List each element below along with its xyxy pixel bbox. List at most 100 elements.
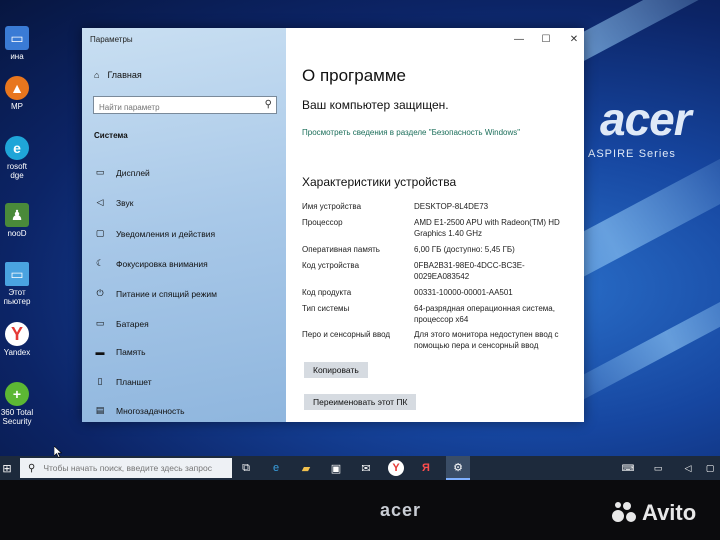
desktop-icon-edge[interactable]: e rosoft dge (0, 136, 34, 180)
task-view-icon[interactable]: ⧉ (238, 460, 254, 476)
sidebar-home-label: Главная (107, 70, 142, 80)
network-icon[interactable]: ▭ (650, 460, 666, 476)
sound-icon: ◁ (96, 197, 104, 207)
battery-icon: ▭ (95, 318, 105, 328)
sidebar-item-storage[interactable]: ▬ Память (94, 347, 146, 357)
taskbar-search[interactable]: ⚲ (20, 458, 232, 478)
sidebar-section-title: Система (94, 131, 128, 140)
spec-value: Для этого монитора недоступен ввод с пом… (414, 330, 559, 350)
power-icon: ⏻ (96, 288, 104, 298)
desktop-icon-label: 360 Total Security (0, 408, 34, 426)
search-icon: ⚲ (28, 462, 36, 474)
sidebar-item-display[interactable]: ▭ Дисплей (94, 167, 150, 178)
spec-key: Код продукта (302, 288, 352, 297)
notifications-icon: ▢ (95, 228, 105, 238)
sidebar-item-label: Уведомления и действия (116, 228, 216, 239)
rename-pc-button[interactable]: Переименовать этот ПК (304, 394, 417, 410)
sidebar-item-label: Планшет (116, 376, 152, 387)
page-title: О программе (302, 66, 407, 85)
focus-icon: ☾ (95, 258, 105, 268)
app-icon: ♟ (5, 203, 29, 227)
sidebar-item-label: Звук (116, 197, 134, 208)
wallpaper-brand: acer (600, 93, 692, 145)
yandex-icon: Y (5, 322, 29, 346)
desktop-icon-computer[interactable]: ▭ Этот пьютер (0, 262, 34, 306)
desktop-icon-label: Этот пьютер (3, 288, 31, 306)
sidebar-item-battery[interactable]: ▭ Батарея (94, 318, 149, 329)
sidebar-item-label: Фокусировка внимания (116, 258, 208, 269)
window-title: Параметры (90, 35, 133, 44)
spec-key: Оперативная память (302, 245, 380, 254)
window-icon: ▭ (5, 26, 29, 50)
device-specs-title: Характеристики устройства (302, 175, 457, 189)
settings-search-input[interactable] (94, 100, 254, 115)
sidebar-item-label: Питание и спящий режим (116, 288, 217, 299)
spec-value: 6,00 ГБ (доступно: 5,45 ГБ) (414, 245, 515, 254)
settings-window: ⌂ Главная ⚲ Система ▭ Дисплей ◁ Звук ▢ Увед… (82, 28, 584, 422)
settings-main-pane: О программе Ваш компьютер защищен. Просм… (286, 28, 584, 422)
spec-value: 64-разрядная операционная система, проце… (414, 304, 555, 324)
notifications-icon[interactable]: ▢ (702, 460, 718, 476)
sidebar-item-tablet[interactable]: ▯ Планшет (94, 376, 152, 387)
settings-search-box[interactable]: ⚲ (93, 96, 277, 115)
sidebar-item-label: Дисплей (116, 167, 150, 178)
spec-value: 00331-10000-00001-AA501 (414, 288, 513, 297)
file-explorer-icon[interactable]: ▰ (298, 460, 314, 476)
sidebar-item-label: Батарея (116, 318, 149, 329)
protection-status: Ваш компьютер защищен. (302, 98, 449, 112)
home-icon: ⌂ (94, 70, 100, 80)
volume-icon[interactable]: ◁ (680, 460, 696, 476)
sidebar-item-focus[interactable]: ☾ Фокусировка внимания (94, 258, 208, 269)
taskbar: ⊞ ⚲ ⧉ e ▰ ▣ ✉ Y Я ⚙ ⌨ ▭ ◁ ▢ (0, 456, 720, 480)
shield-icon: + (5, 382, 29, 406)
search-icon: ⚲ (264, 99, 272, 110)
settings-icon[interactable]: ⚙ (446, 456, 470, 480)
desktop-icon-label: nooD (7, 229, 27, 238)
sidebar-item-power[interactable]: ⏻ Питание и спящий режим (94, 288, 217, 299)
spec-key: Тип системы (302, 304, 350, 313)
cursor-icon (54, 446, 62, 458)
spec-value: AMD E1-2500 APU with Radeon(TM) HD Graph… (414, 218, 560, 238)
taskbar-search-input[interactable] (41, 462, 231, 474)
spec-key: Процессор (302, 218, 343, 227)
yandex-icon[interactable]: Я (418, 460, 434, 476)
avito-logo-icon (612, 502, 638, 524)
copy-button[interactable]: Копировать (304, 362, 368, 378)
storage-icon: ▬ (95, 347, 105, 357)
multitask-icon: ▤ (95, 405, 105, 415)
security-details-link[interactable]: Просмотреть сведения в разделе "Безопасн… (302, 127, 532, 138)
edge-icon: e (5, 136, 29, 160)
desktop-screen: acer ASPIRE Series ▭ ина ▲ MP e rosoft d… (0, 0, 720, 480)
edge-icon[interactable]: e (268, 460, 284, 476)
tablet-icon: ▯ (97, 376, 103, 386)
aimp-icon: ▲ (5, 76, 29, 100)
desktop-icon-label: ина (10, 52, 24, 61)
sidebar-item-notifications[interactable]: ▢ Уведомления и действия (94, 228, 215, 239)
store-icon[interactable]: ▣ (328, 460, 344, 476)
display-icon: ▭ (95, 167, 105, 177)
avito-watermark-text: Avito (642, 500, 697, 525)
yandex-browser-icon[interactable]: Y (388, 460, 404, 476)
sidebar-item-label: Память (116, 347, 146, 357)
spec-key: Код устройства (302, 261, 360, 270)
wallpaper-brand-sub: ASPIRE Series (588, 148, 676, 160)
start-button[interactable]: ⊞ (0, 460, 14, 476)
spec-value: 0FBA2B31-98E0-4DCC-BC3E-0029EA083542 (414, 261, 525, 281)
desktop-icon-yandex[interactable]: Y Yandex (0, 322, 34, 357)
bezel-acer-logo: acer (380, 500, 422, 520)
spec-value: DESKTOP-8L4DE73 (414, 202, 489, 211)
desktop-icon-360-security[interactable]: + 360 Total Security (0, 382, 34, 426)
sidebar-home[interactable]: ⌂ Главная (94, 70, 142, 80)
sidebar-item-multitask[interactable]: ▤ Многозадачность (94, 405, 185, 416)
keyboard-icon[interactable]: ⌨ (620, 460, 636, 476)
desktop-icon-aimp[interactable]: ▲ MP (0, 76, 34, 111)
sidebar-item-label: Многозадачность (116, 405, 185, 416)
desktop-icon-1[interactable]: ▭ ина (0, 26, 34, 61)
desktop-icon-app[interactable]: ♟ nooD (0, 203, 34, 238)
avito-watermark: Avito (612, 500, 696, 526)
spec-key: Перо и сенсорный ввод (302, 330, 391, 339)
desktop-icon-label: Yandex (3, 348, 31, 357)
sidebar-item-sound[interactable]: ◁ Звук (94, 197, 134, 208)
computer-icon: ▭ (5, 262, 29, 286)
mail-icon[interactable]: ✉ (358, 460, 374, 476)
